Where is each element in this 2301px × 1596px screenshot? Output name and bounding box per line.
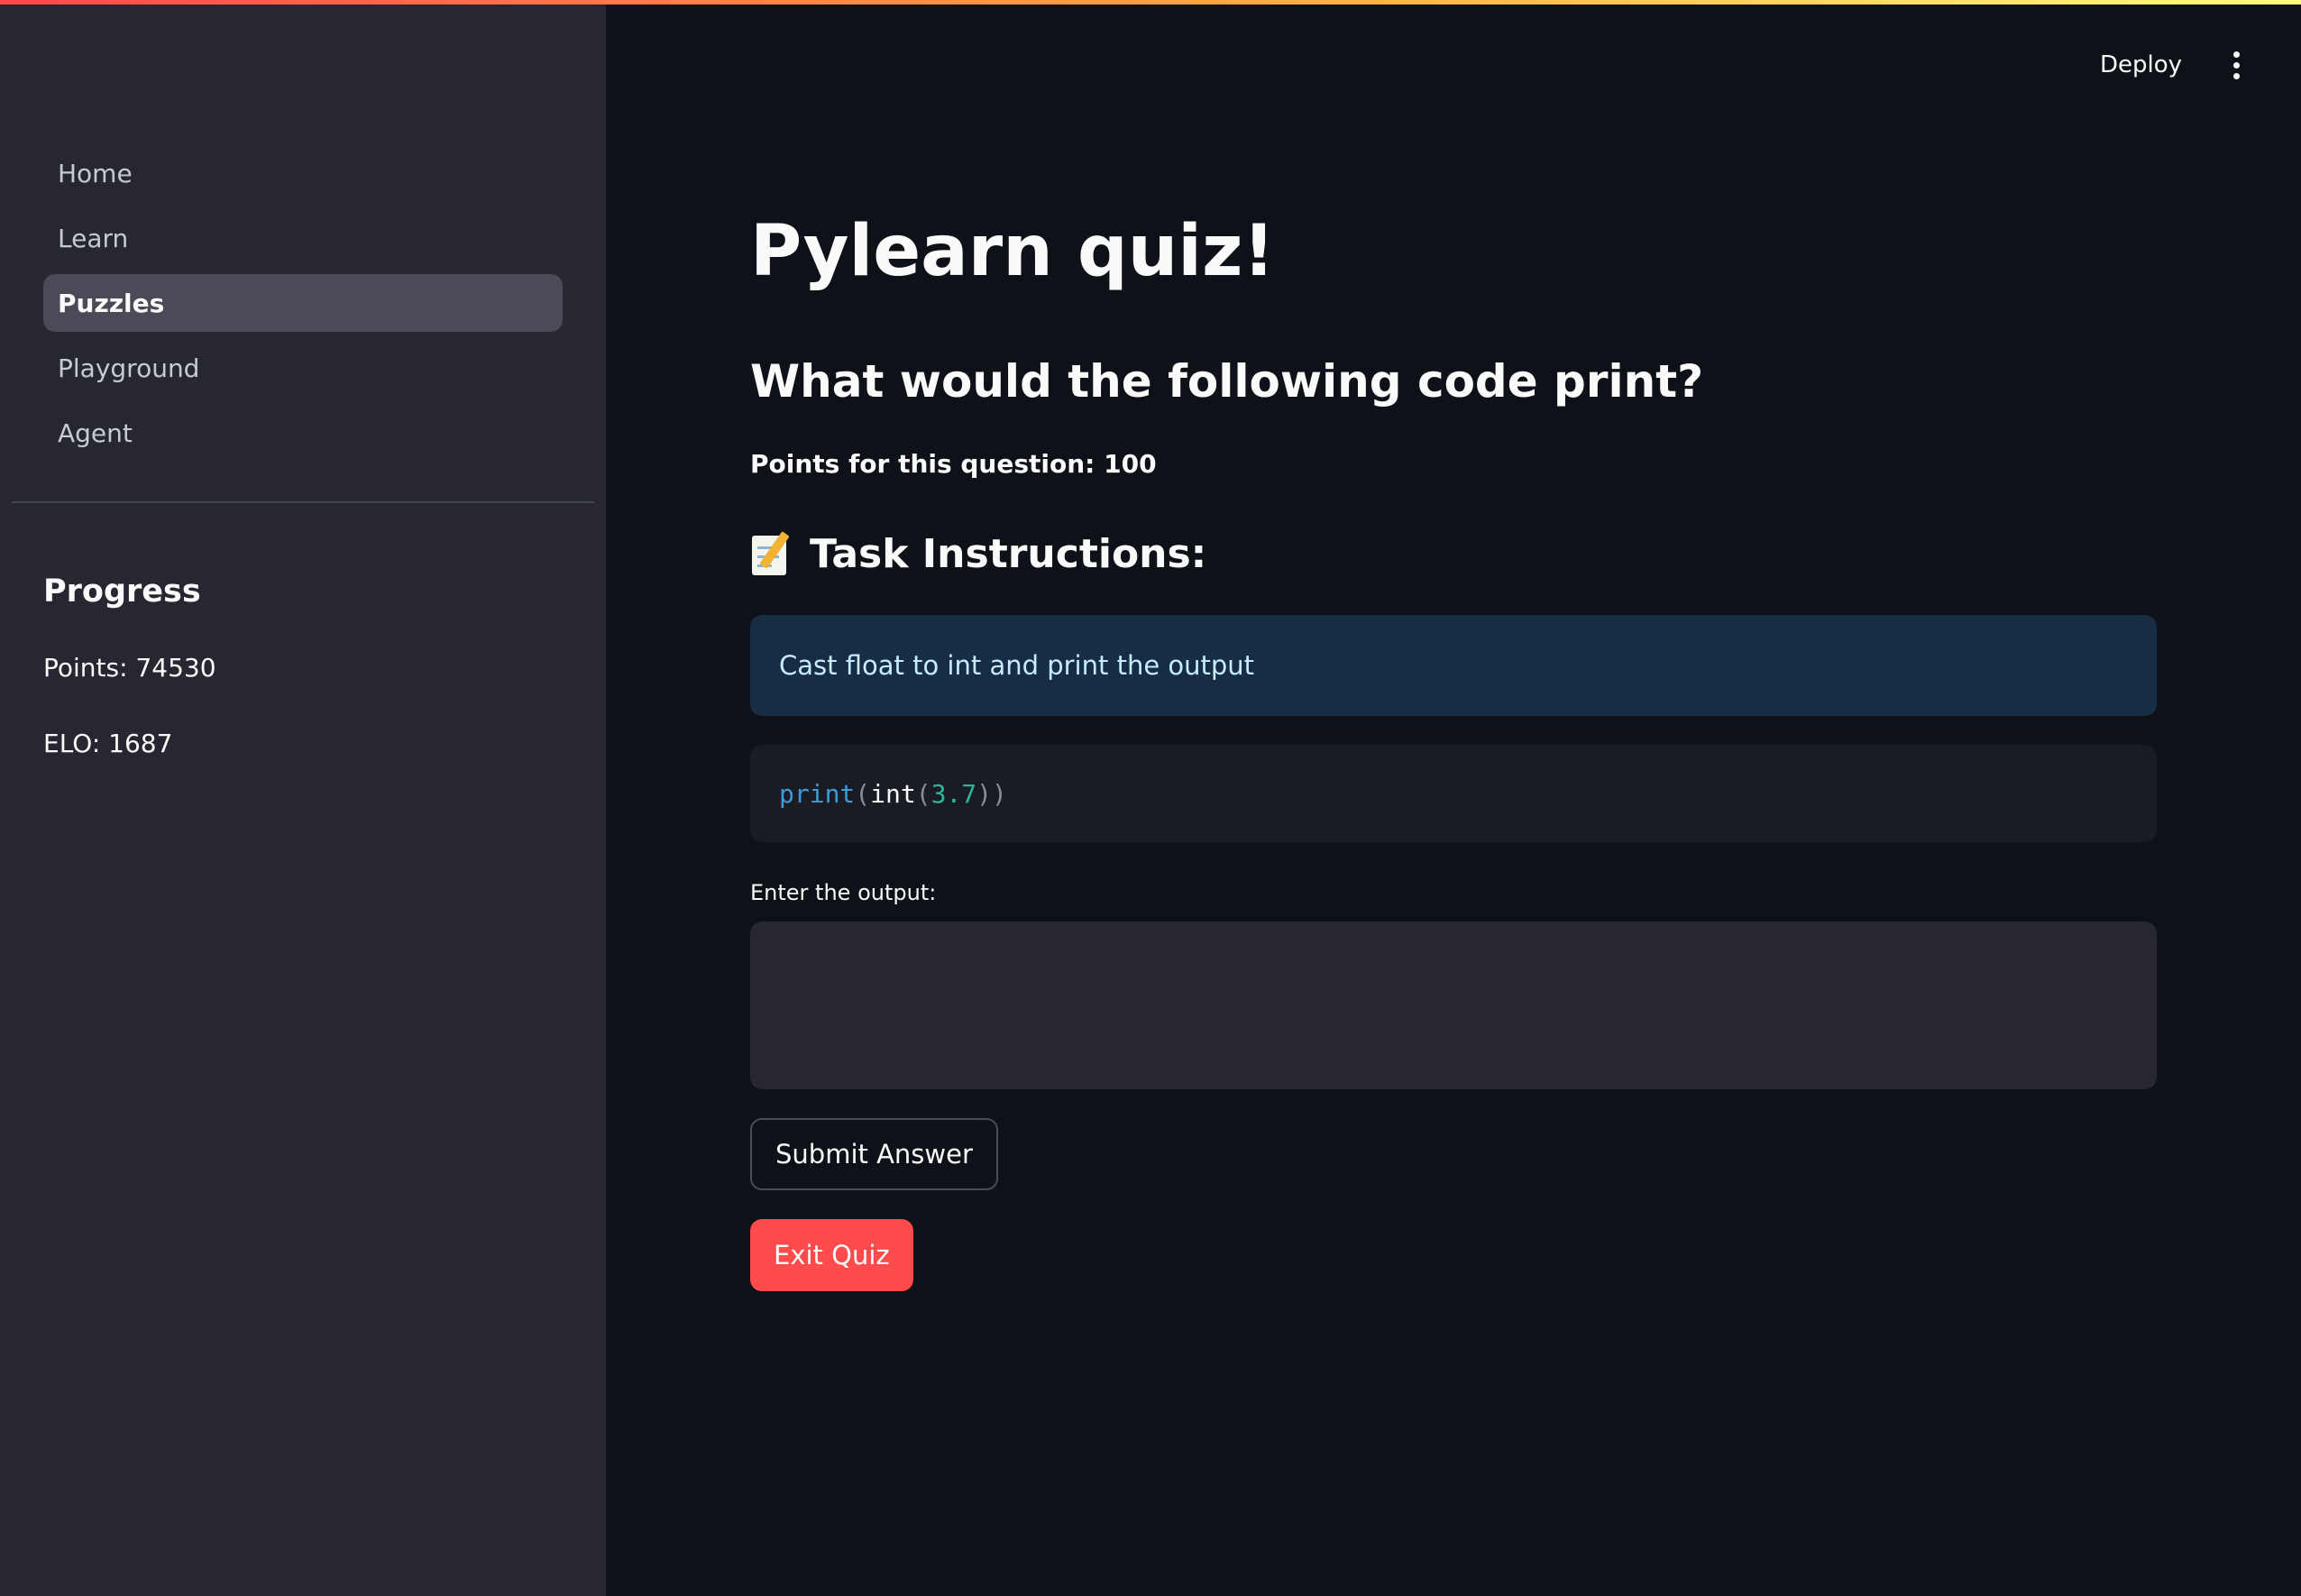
- sidebar: Home Learn Puzzles Playground Agent Prog…: [0, 0, 606, 1596]
- sidebar-item-learn[interactable]: Learn: [43, 209, 563, 267]
- sidebar-nav: Home Learn Puzzles Playground Agent: [43, 144, 563, 469]
- kebab-menu-icon[interactable]: [2218, 47, 2254, 83]
- exit-quiz-button[interactable]: Exit Quiz: [750, 1219, 913, 1291]
- answer-input[interactable]: [750, 922, 2157, 1089]
- code-token-builtin: int: [870, 778, 916, 809]
- question-points: Points for this question: 100: [750, 449, 1157, 479]
- instructions-heading: Task Instructions:: [750, 530, 1206, 577]
- code-block: print(int(3.7)): [750, 745, 2157, 842]
- elo-stat: ELO: 1687: [43, 729, 173, 758]
- memo-icon: [750, 530, 795, 577]
- instructions-info-box: Cast float to int and print the output: [750, 615, 2157, 716]
- app-header: Deploy: [2086, 36, 2301, 94]
- question-heading: What would the following code print?: [750, 355, 1704, 408]
- code-token-paren: )): [976, 778, 1007, 809]
- progress-heading: Progress: [43, 573, 201, 610]
- sidebar-item-label: Agent: [58, 417, 133, 448]
- instructions-heading-label: Task Instructions:: [810, 530, 1207, 577]
- sidebar-item-label: Home: [58, 158, 133, 188]
- sidebar-item-label: Learn: [58, 223, 129, 253]
- code-token-function: print: [779, 778, 856, 809]
- code-token-paren: (: [855, 778, 871, 809]
- answer-input-label: Enter the output:: [750, 880, 937, 905]
- sidebar-item-agent[interactable]: Agent: [43, 404, 563, 462]
- sidebar-item-label: Puzzles: [58, 288, 165, 318]
- sidebar-item-label: Playground: [58, 353, 200, 383]
- sidebar-item-playground[interactable]: Playground: [43, 339, 563, 397]
- sidebar-divider: [12, 501, 594, 503]
- top-decoration-bar: [0, 0, 2301, 5]
- instructions-text: Cast float to int and print the output: [779, 650, 1255, 681]
- deploy-button[interactable]: Deploy: [2086, 44, 2196, 86]
- sidebar-item-home[interactable]: Home: [43, 144, 563, 202]
- code-token-paren: (: [915, 778, 931, 809]
- page-title: Pylearn quiz!: [750, 211, 1275, 292]
- sidebar-item-puzzles[interactable]: Puzzles: [43, 274, 563, 332]
- points-stat: Points: 74530: [43, 653, 216, 683]
- code-token-number: 3.7: [930, 778, 977, 809]
- submit-answer-button[interactable]: Submit Answer: [750, 1118, 998, 1190]
